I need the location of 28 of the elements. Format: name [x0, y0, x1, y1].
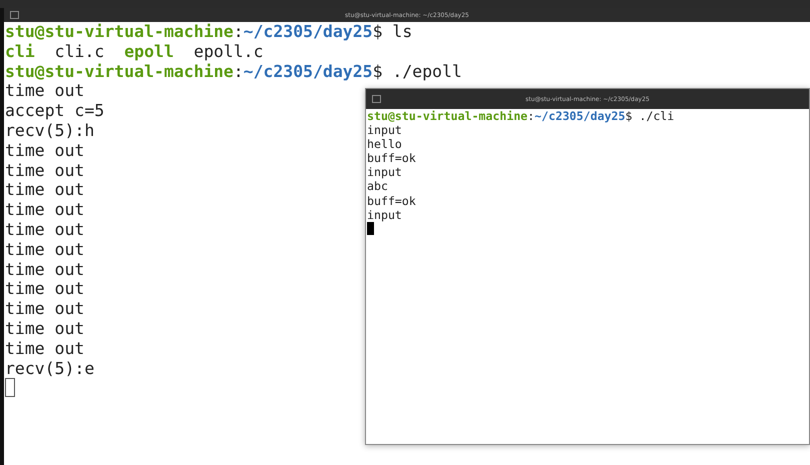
terminal-line: time out — [5, 240, 84, 260]
terminal-line: time out — [5, 260, 84, 280]
terminal-line: stu@stu-virtual-machine:~/c2305/day25$ ./epoll — [5, 62, 462, 82]
terminal-line: accept c=5 — [5, 101, 104, 121]
terminal-line: time out — [5, 318, 84, 339]
terminal-line: time out — [5, 299, 84, 319]
terminal-line: recv(5):h — [5, 120, 94, 141]
terminal-line: buff=ok — [367, 194, 416, 208]
terminal-line: time out — [5, 160, 84, 180]
terminal-line: input — [367, 165, 402, 180]
terminal-line: time out — [5, 279, 84, 300]
terminal-line: stu@stu-virtual-machine:~/c2305/day25$ ls — [5, 22, 412, 42]
terminal-line: stu@stu-virtual-machine:~/c2305/day25$ ./cli — [367, 109, 674, 124]
terminal-icon — [372, 95, 381, 103]
terminal-line: time out — [5, 338, 84, 359]
terminal-line: input — [367, 208, 402, 222]
terminal-line: recv(5):e — [5, 358, 94, 378]
terminal-line: time out — [5, 220, 84, 240]
terminal-icon — [10, 11, 19, 19]
terminal-line: time out — [5, 200, 84, 220]
terminal-line: time out — [5, 180, 84, 200]
terminal-line: cli cli.c epoll epoll.c — [5, 42, 264, 62]
terminal-line: buff=ok — [367, 151, 416, 166]
terminal-line: time out — [5, 81, 84, 102]
terminal-line: hello — [367, 137, 402, 152]
terminal-line: input — [367, 123, 402, 138]
terminal-line: abc — [367, 179, 388, 194]
terminal-line: time out — [5, 140, 84, 161]
